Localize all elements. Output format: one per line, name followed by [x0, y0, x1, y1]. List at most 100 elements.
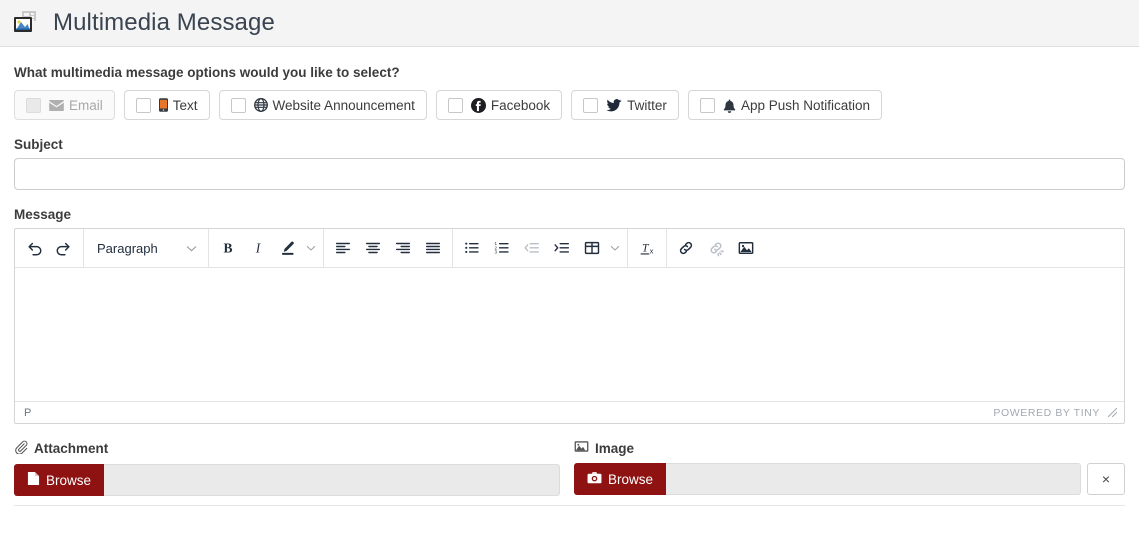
svg-text:3: 3 — [494, 250, 497, 255]
editor-statusbar: P POWERED BY TINY — [15, 401, 1124, 423]
subject-input[interactable] — [14, 158, 1125, 190]
page-title: Multimedia Message — [53, 9, 275, 37]
image-clear-button[interactable]: × — [1087, 463, 1125, 495]
option-email-checkbox[interactable] — [26, 98, 41, 113]
image-icon[interactable] — [731, 233, 761, 263]
upload-rows: Attachment Browse Image — [14, 440, 1125, 496]
attachment-control: Browse — [14, 464, 560, 496]
envelope-icon — [49, 100, 64, 111]
option-app-push-notification-label: App Push Notification — [741, 98, 870, 113]
align-right-icon[interactable] — [388, 233, 418, 263]
twitter-bird-icon — [606, 99, 622, 112]
multimedia-options-row: Email Text Website Announcement — [14, 90, 1125, 120]
bell-icon — [723, 98, 736, 113]
facebook-icon — [471, 98, 486, 113]
svg-text:T: T — [642, 242, 650, 255]
editor-content-area[interactable] — [15, 268, 1124, 401]
text-color-button[interactable] — [273, 233, 319, 263]
list-indent-group: 123 — [457, 233, 623, 263]
option-text[interactable]: Text — [124, 90, 210, 120]
option-twitter-checkbox[interactable] — [583, 98, 598, 113]
option-facebook-checkbox[interactable] — [448, 98, 463, 113]
message-label: Message — [14, 207, 1125, 222]
toolbar-separator — [83, 229, 84, 268]
resize-handle-icon[interactable] — [1107, 407, 1118, 418]
option-facebook-label: Facebook — [491, 98, 550, 113]
italic-icon[interactable]: I — [243, 233, 273, 263]
attachment-browse-button[interactable]: Browse — [14, 464, 104, 496]
chevron-down-icon — [186, 243, 197, 254]
option-app-push-notification-checkbox[interactable] — [700, 98, 715, 113]
element-path[interactable]: P — [24, 407, 32, 419]
align-left-icon[interactable] — [328, 233, 358, 263]
outdent-icon[interactable] — [517, 233, 547, 263]
option-website-announcement-label: Website Announcement — [273, 98, 415, 113]
insert-group — [671, 233, 761, 263]
option-text-checkbox[interactable] — [136, 98, 151, 113]
attachment-field: Attachment Browse — [14, 440, 560, 496]
tiny-brand-label[interactable]: POWERED BY TINY — [993, 407, 1100, 419]
text-style-group: B I — [213, 233, 319, 263]
picture-icon — [574, 440, 589, 456]
link-icon[interactable] — [671, 233, 701, 263]
alignment-group — [328, 233, 448, 263]
undo-icon[interactable] — [19, 233, 49, 263]
image-filename-box[interactable] — [666, 463, 1081, 495]
toolbar-separator — [666, 229, 667, 268]
option-app-push-notification[interactable]: App Push Notification — [688, 90, 882, 120]
image-field: Image Browse × — [574, 440, 1125, 496]
history-group — [19, 233, 79, 263]
unlink-icon[interactable] — [701, 233, 731, 263]
table-button[interactable] — [577, 233, 623, 263]
svg-text:B: B — [223, 241, 232, 256]
file-icon — [27, 471, 40, 489]
bottom-divider — [14, 505, 1125, 506]
images-stack-icon — [13, 10, 43, 36]
mobile-phone-icon — [159, 98, 168, 112]
chevron-down-icon[interactable] — [303, 243, 319, 253]
editor-toolbar: Paragraph B I — [15, 229, 1124, 268]
image-browse-label: Browse — [608, 472, 653, 487]
option-twitter[interactable]: Twitter — [571, 90, 679, 120]
align-justify-icon[interactable] — [418, 233, 448, 263]
option-email-label: Email — [69, 98, 103, 113]
svg-text:x: x — [650, 246, 654, 255]
image-label-row: Image — [574, 440, 1125, 456]
paperclip-icon — [14, 440, 28, 457]
svg-text:I: I — [255, 241, 262, 256]
attachment-label-row: Attachment — [14, 440, 560, 457]
attachment-filename-box[interactable] — [104, 464, 560, 496]
table-icon[interactable] — [577, 233, 607, 263]
clear-formatting-icon[interactable]: Tx — [632, 233, 662, 263]
option-website-announcement-checkbox[interactable] — [231, 98, 246, 113]
form-content: What multimedia message options would yo… — [0, 65, 1139, 506]
numbered-list-icon[interactable]: 123 — [487, 233, 517, 263]
block-format-select[interactable]: Paragraph — [88, 233, 204, 263]
bold-icon[interactable]: B — [213, 233, 243, 263]
chevron-down-icon[interactable] — [607, 243, 623, 253]
attachment-label: Attachment — [34, 441, 108, 456]
indent-icon[interactable] — [547, 233, 577, 263]
subject-label: Subject — [14, 137, 1125, 152]
option-website-announcement[interactable]: Website Announcement — [219, 90, 427, 120]
text-color-icon[interactable] — [273, 233, 303, 263]
page-header: Multimedia Message — [0, 0, 1139, 47]
toolbar-separator — [323, 229, 324, 268]
toolbar-separator — [208, 229, 209, 268]
globe-icon — [254, 98, 268, 112]
rich-text-editor: Paragraph B I — [14, 228, 1125, 424]
image-label: Image — [595, 441, 634, 456]
attachment-browse-label: Browse — [46, 473, 91, 488]
image-browse-button[interactable]: Browse — [574, 463, 666, 495]
align-center-icon[interactable] — [358, 233, 388, 263]
option-email[interactable]: Email — [14, 90, 115, 120]
redo-icon[interactable] — [49, 233, 79, 263]
image-control: Browse × — [574, 463, 1125, 495]
block-format-value: Paragraph — [97, 241, 158, 256]
option-facebook[interactable]: Facebook — [436, 90, 562, 120]
toolbar-separator — [452, 229, 453, 268]
bullet-list-icon[interactable] — [457, 233, 487, 263]
camera-icon — [587, 471, 602, 487]
toolbar-separator — [627, 229, 628, 268]
clear-format-group: Tx — [632, 233, 662, 263]
